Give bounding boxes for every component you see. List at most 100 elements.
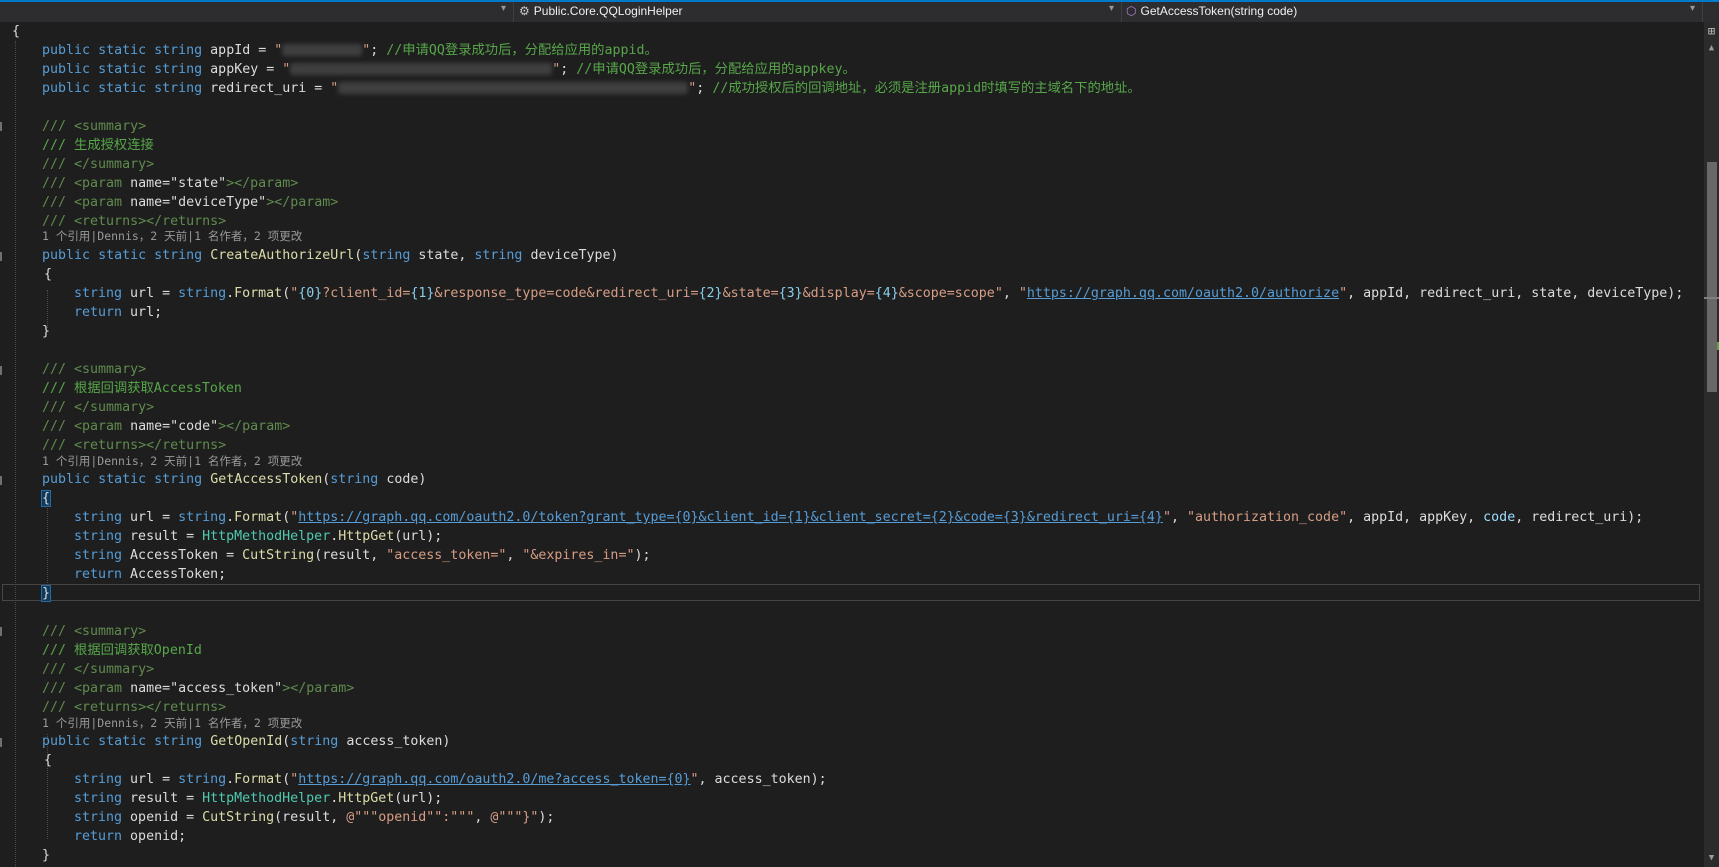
code-token: string: [178, 286, 227, 301]
code-token: string: [290, 734, 339, 749]
code-token: string: [154, 472, 203, 487]
redacted-value: [290, 63, 553, 75]
member-dropdown-chevron-icon[interactable]: ▾: [1690, 3, 1695, 14]
code-line: /// <returns></returns>: [0, 698, 1719, 717]
code-token: name=: [130, 195, 171, 210]
redacted-value: [282, 44, 363, 56]
openid-url-link[interactable]: https://graph.qq.com/oauth2.0/me?access_…: [298, 772, 690, 787]
code-token: string: [154, 248, 203, 263]
code-token: (result,: [274, 810, 347, 825]
code-token: ///: [42, 662, 75, 677]
code-token: string: [362, 248, 411, 263]
matched-brace: }: [40, 585, 52, 602]
code-token: string: [74, 548, 123, 563]
code-token: string: [154, 62, 203, 77]
scroll-down-arrow-icon[interactable]: ▼: [1705, 852, 1718, 865]
code-token: AccessToken;: [122, 567, 227, 582]
code-line: public static string CreateAuthorizeUrl(…: [0, 246, 1719, 265]
code-token: string: [154, 43, 203, 58]
code-token: code: [1483, 510, 1516, 525]
code-token: &response_type=code&redirect_uri=: [434, 286, 699, 301]
code-token: ;: [560, 62, 577, 77]
code-token: string: [474, 248, 523, 263]
code-line: string result = HttpMethodHelper.HttpGet…: [0, 789, 1719, 808]
code-token: access_token): [338, 734, 451, 749]
code-line: {: [0, 22, 1712, 41]
code-lens[interactable]: 1 个引用|Dennis，2 天前|1 名作者，2 项更改: [42, 229, 642, 244]
type-dropdown[interactable]: ⚙ Public.Core.QQLoginHelper: [519, 4, 683, 18]
code-token: {: [44, 753, 53, 768]
code-token: state,: [410, 248, 475, 263]
scroll-up-arrow-icon[interactable]: ▲: [1705, 42, 1718, 55]
code-token: url =: [122, 510, 179, 525]
code-line: /// <summary>: [0, 117, 1719, 136]
code-token: (result,: [314, 548, 387, 563]
code-token: name=: [130, 681, 171, 696]
code-token: public: [42, 734, 91, 749]
code-token: ></param>: [226, 176, 299, 191]
code-token: string: [154, 81, 203, 96]
code-token: HttpMethodHelper: [202, 529, 331, 544]
code-editor[interactable]: 1 个引用|Dennis，2 天前|1 名作者，2 项更改 1 个引用|Denn…: [0, 22, 1704, 867]
code-token: <returns></returns>: [74, 214, 227, 229]
code-line: }: [0, 322, 1719, 341]
code-lens-text[interactable]: 1 个引用|Dennis，2 天前|1 名作者，2 项更改: [42, 716, 302, 730]
code-token: result =: [122, 529, 203, 544]
code-token: static: [98, 248, 147, 263]
matched-brace: {: [40, 490, 52, 507]
authorize-url-link[interactable]: https://graph.qq.com/oauth2.0/authorize: [1027, 286, 1339, 301]
code-token: ": [1162, 510, 1171, 525]
type-dropdown-chevron-icon[interactable]: ▾: [1109, 3, 1114, 14]
code-token: ;: [696, 81, 713, 96]
code-token: ///: [42, 400, 75, 415]
code-token: {0}: [298, 286, 323, 301]
code-token: "code": [170, 419, 219, 434]
code-lens-text[interactable]: 1 个引用|Dennis，2 天前|1 名作者，2 项更改: [42, 454, 302, 468]
code-token: return: [74, 305, 123, 320]
code-token: static: [98, 734, 147, 749]
code-token: url;: [122, 305, 163, 320]
code-token: .: [226, 286, 235, 301]
project-dropdown-chevron-icon[interactable]: ▾: [501, 3, 506, 14]
code-lens-text[interactable]: 1 个引用|Dennis，2 天前|1 名作者，2 项更改: [42, 229, 302, 243]
code-token: "authorization_code": [1186, 510, 1348, 525]
code-line: public static string GetOpenId(string ac…: [0, 732, 1719, 751]
code-token: ///: [42, 119, 75, 134]
code-token: "access_token": [170, 681, 283, 696]
token-url-link[interactable]: https://graph.qq.com/oauth2.0/token?gran…: [298, 510, 1163, 525]
code-token: GetAccessToken: [210, 472, 323, 487]
code-token: &client_secret=: [810, 510, 931, 525]
code-lens[interactable]: 1 个引用|Dennis，2 天前|1 名作者，2 项更改: [42, 454, 642, 469]
code-token: {2}: [930, 510, 955, 525]
code-token: .: [226, 510, 235, 525]
code-token: }: [42, 324, 51, 339]
code-token: ?client_id=: [322, 286, 411, 301]
code-token: static: [98, 472, 147, 487]
vertical-scrollbar[interactable]: ⊞ ▲ ▼: [1704, 22, 1719, 867]
code-token: ></param>: [266, 195, 339, 210]
code-line: /// 生成授权连接: [0, 136, 1719, 155]
code-token: &redirect_uri=: [1026, 510, 1139, 525]
scrollbar-thumb[interactable]: [1707, 162, 1717, 392]
code-line: }: [0, 584, 1719, 603]
member-dropdown[interactable]: ⬡ GetAccessToken(string code): [1126, 4, 1297, 18]
navigation-bar: ▾ ⚙ Public.Core.QQLoginHelper ▾ ⬡ GetAcces…: [0, 0, 1719, 22]
code-token: ///: [42, 700, 75, 715]
code-token: <param: [74, 176, 131, 191]
split-window-icon[interactable]: ⊞: [1705, 25, 1718, 38]
code-token: ></param>: [282, 681, 355, 696]
code-token: ,: [1002, 286, 1019, 301]
code-token: &client_id=: [698, 510, 787, 525]
code-lens[interactable]: 1 个引用|Dennis，2 天前|1 名作者，2 项更改: [42, 716, 642, 731]
code-token: ///: [42, 438, 75, 453]
code-token: string: [154, 734, 203, 749]
code-line: string url = string.Format("https://grap…: [0, 508, 1719, 527]
code-token: CutString: [242, 548, 315, 563]
code-token: static: [98, 62, 147, 77]
